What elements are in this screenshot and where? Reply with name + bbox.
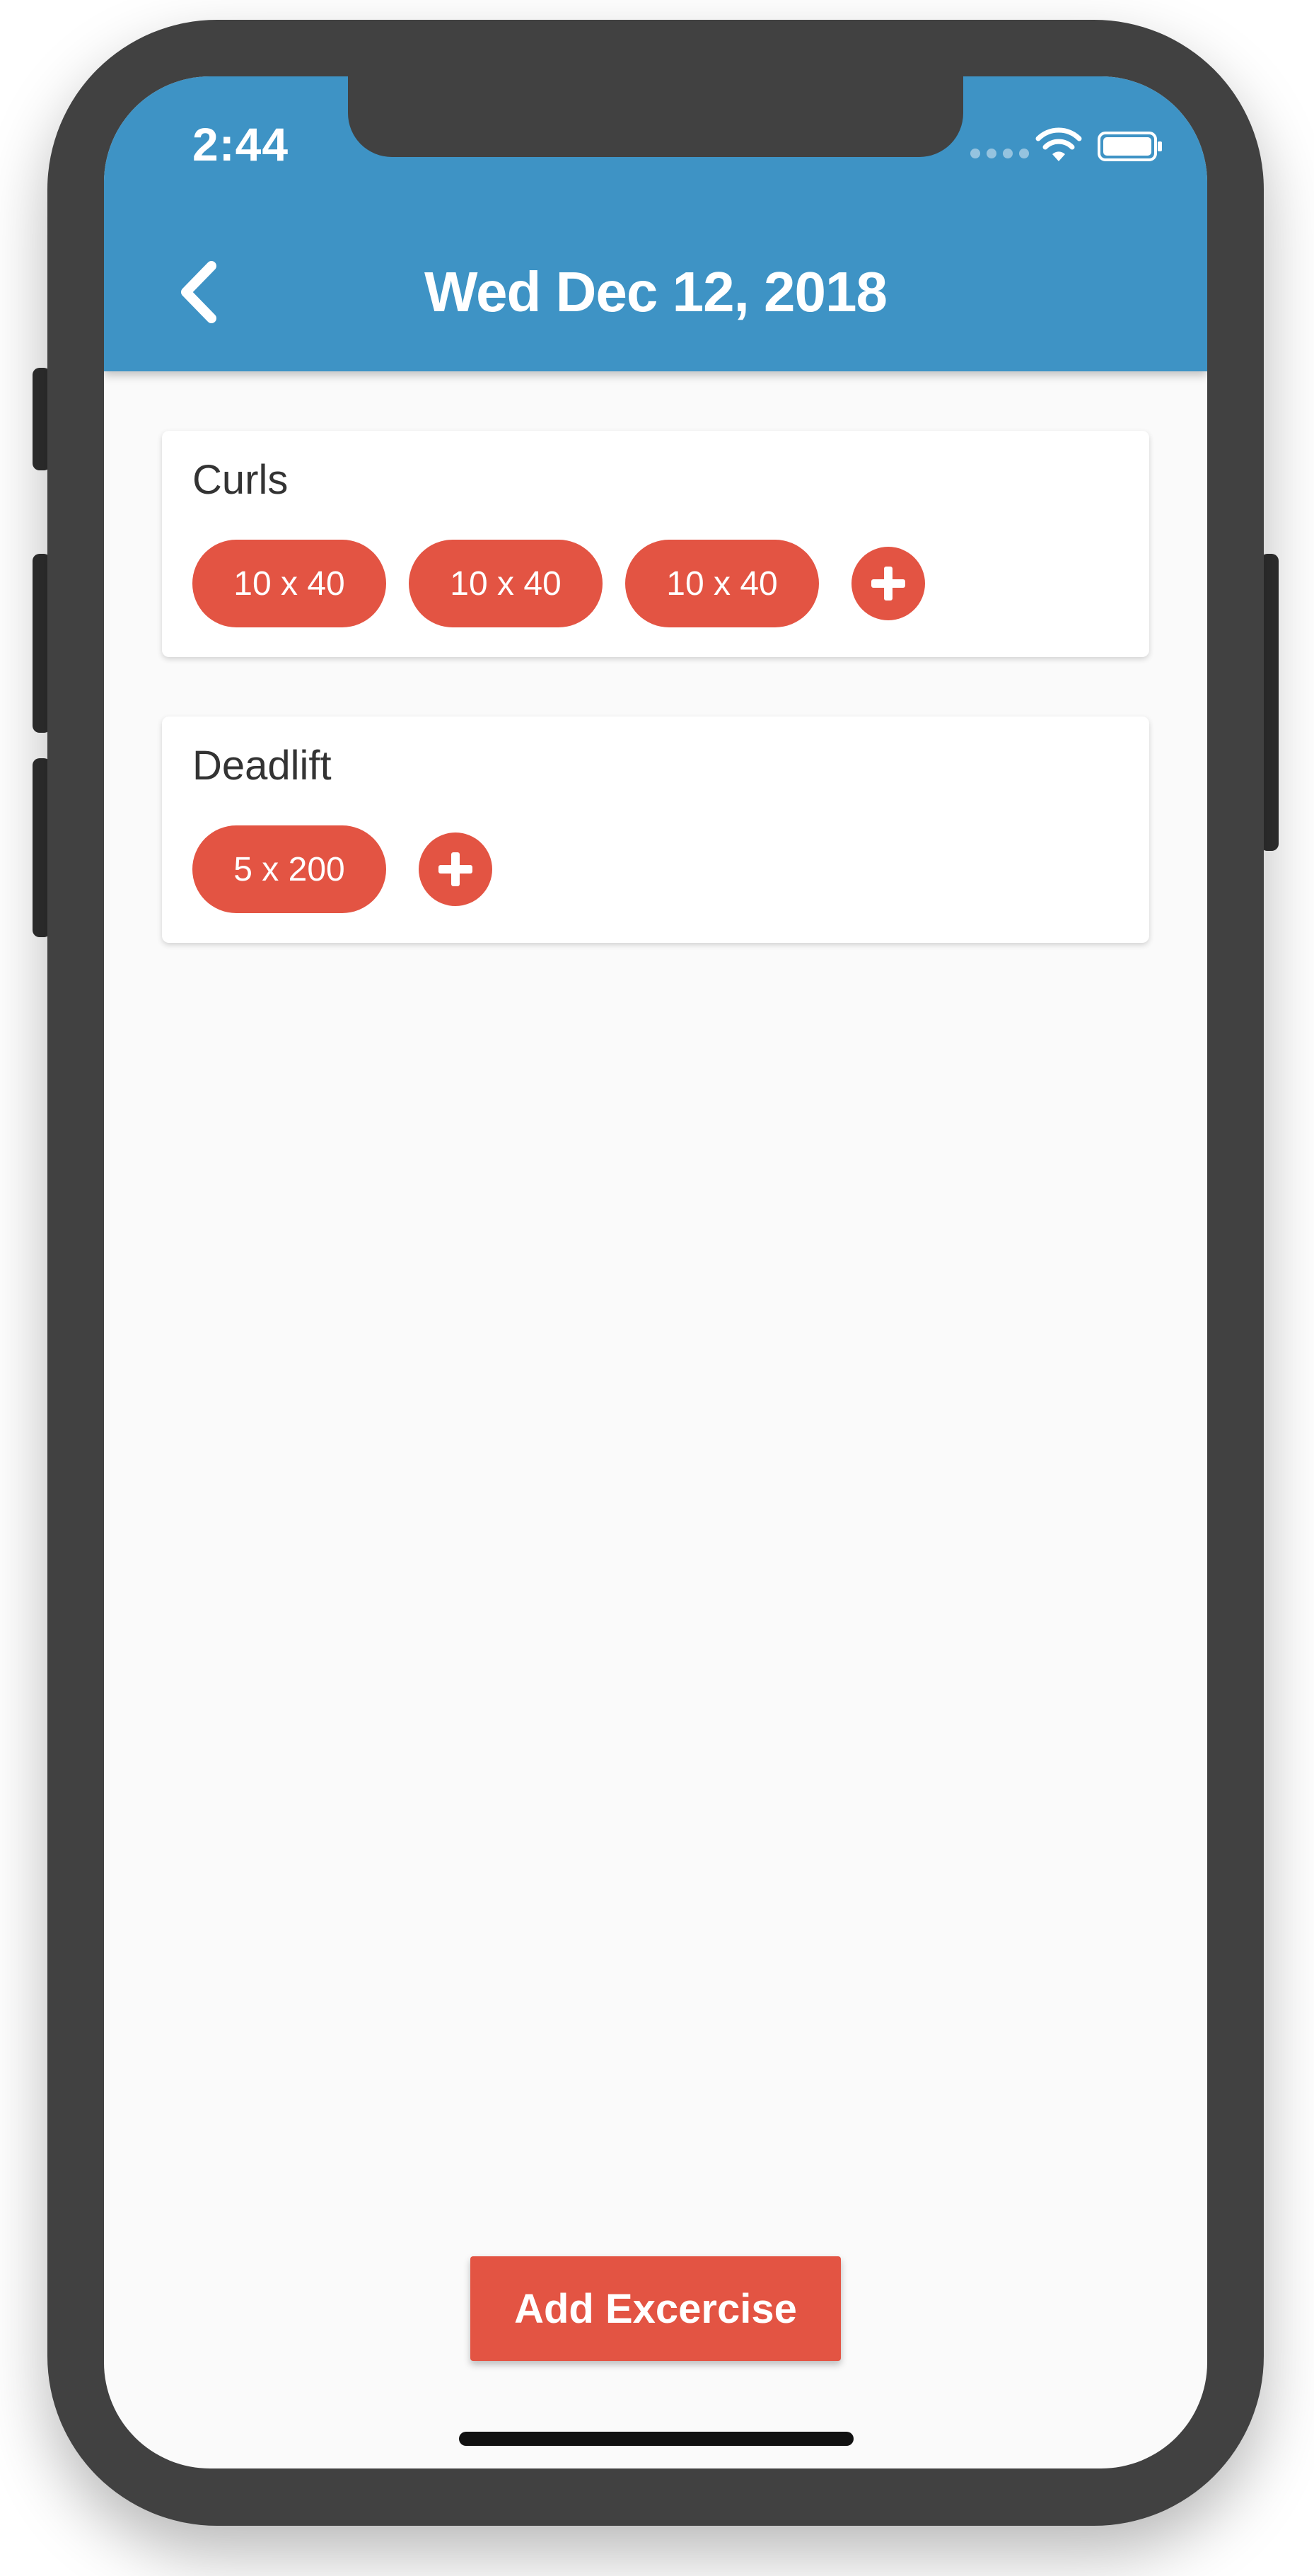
phone-screen: 2:44 DEBUG Wed Dec 12, 2018 Curls 10 x 4…	[104, 76, 1207, 2468]
signal-icon	[970, 149, 1029, 158]
add-exercise-button[interactable]: Add Excercise	[470, 2256, 841, 2361]
status-time: 2:44	[192, 118, 289, 170]
battery-icon	[1098, 132, 1162, 161]
set-chip-row: 10 x 40 10 x 40 10 x 40	[192, 540, 925, 627]
exercise-card: Deadlift 5 x 200	[162, 716, 1149, 943]
notch	[348, 76, 963, 157]
plus-icon	[871, 567, 905, 601]
exercise-name: Deadlift	[192, 743, 332, 789]
exercise-name: Curls	[192, 457, 289, 503]
stage: 2:44 DEBUG Wed Dec 12, 2018 Curls 10 x 4…	[0, 0, 1314, 2576]
app-bar: 2:44 DEBUG Wed Dec 12, 2018	[104, 76, 1207, 371]
exercise-card: Curls 10 x 40 10 x 40 10 x 40	[162, 431, 1149, 657]
set-chip-row: 5 x 200	[192, 825, 492, 913]
set-chip[interactable]: 10 x 40	[625, 540, 819, 627]
home-indicator[interactable]	[459, 2432, 854, 2446]
plus-icon	[438, 852, 472, 886]
set-chip[interactable]: 10 x 40	[409, 540, 603, 627]
add-set-button[interactable]	[851, 547, 925, 620]
wifi-icon	[1035, 127, 1082, 161]
add-set-button[interactable]	[419, 832, 492, 906]
set-chip[interactable]: 5 x 200	[192, 825, 386, 913]
set-chip[interactable]: 10 x 40	[192, 540, 386, 627]
page-title: Wed Dec 12, 2018	[424, 260, 888, 323]
